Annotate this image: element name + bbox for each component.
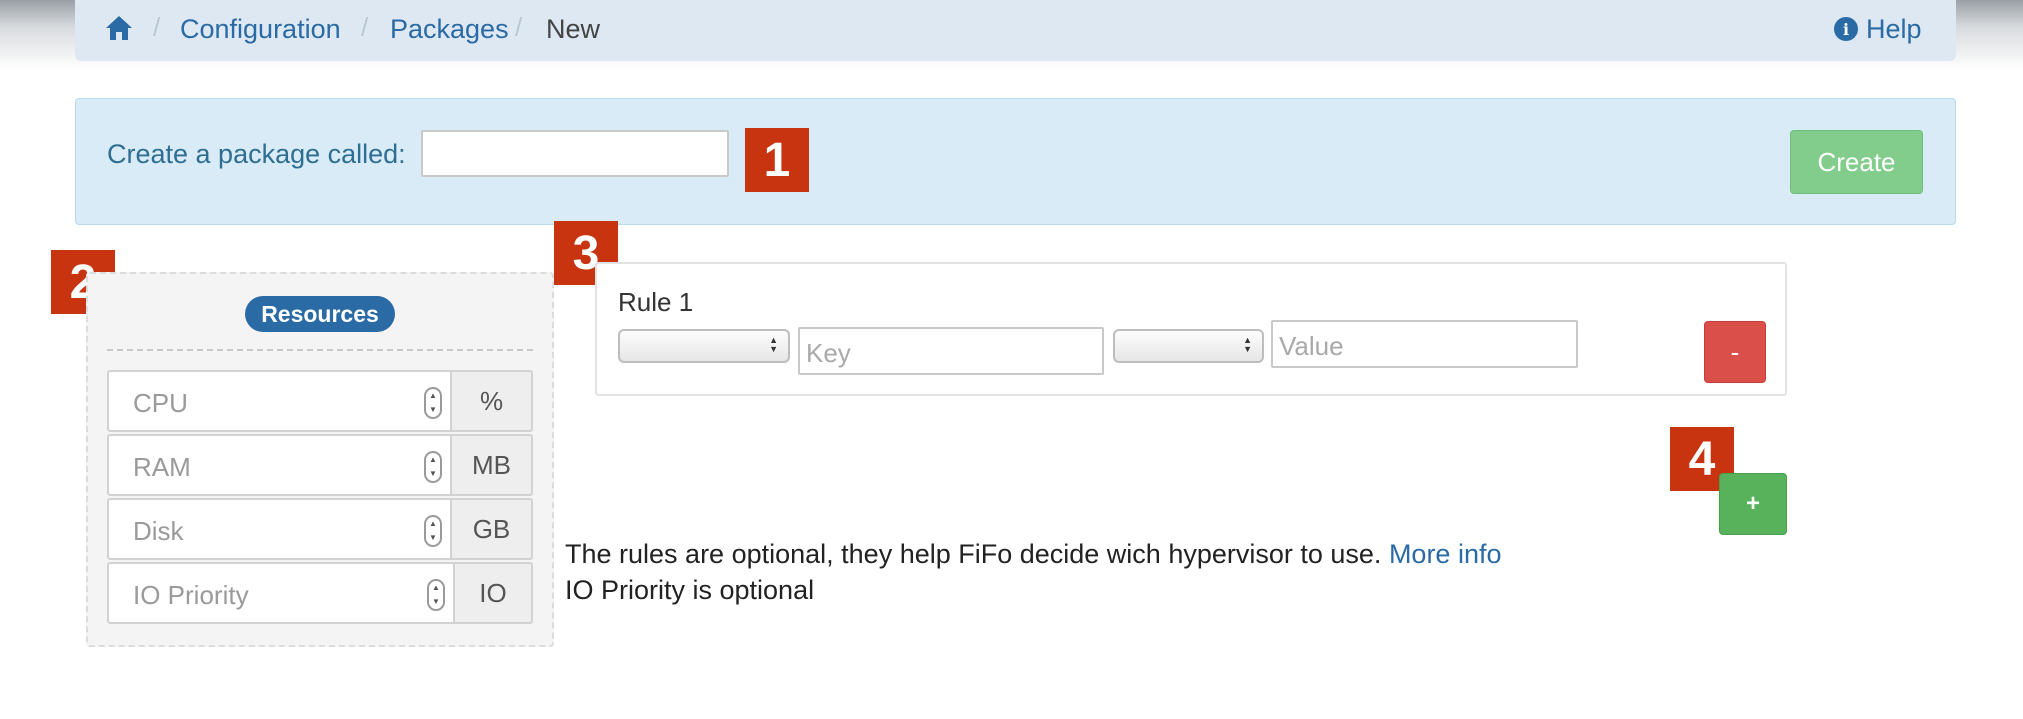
cpu-unit: % — [452, 370, 533, 432]
help-link[interactable]: i Help — [1834, 12, 1922, 46]
callout-badge-1: 1 — [745, 128, 809, 192]
help-label: Help — [1866, 13, 1922, 44]
create-package-label: Create a package called: — [107, 139, 406, 169]
breadcrumb-packages[interactable]: Packages — [390, 14, 509, 44]
rule-value-input[interactable]: Value — [1271, 320, 1578, 368]
resources-divider — [107, 349, 533, 351]
create-button[interactable]: Create — [1790, 130, 1923, 194]
disk-stepper[interactable]: ▲ ▼ — [424, 515, 442, 547]
breadcrumb-separator: / — [153, 12, 161, 42]
breadcrumb-separator: / — [515, 12, 523, 42]
more-info-link[interactable]: More info — [1389, 539, 1502, 569]
breadcrumb-configuration[interactable]: Configuration — [180, 14, 341, 44]
rule-key-input[interactable]: Key — [798, 327, 1104, 375]
resources-title: Resources — [245, 296, 395, 332]
ram-unit: MB — [452, 434, 533, 496]
ram-field-row: RAM ▲ ▼ MB — [107, 434, 533, 496]
rules-note-text: The rules are optional, they help FiFo d… — [565, 539, 1382, 569]
ram-stepper[interactable]: ▲ ▼ — [424, 451, 442, 483]
io-priority-placeholder: IO Priority — [133, 580, 249, 610]
io-priority-note: IO Priority is optional — [565, 575, 815, 605]
disk-unit: GB — [452, 498, 533, 560]
breadcrumb-separator: / — [361, 12, 369, 42]
ram-placeholder: RAM — [133, 452, 191, 482]
cpu-input[interactable]: CPU ▲ ▼ — [107, 370, 452, 432]
info-circle-icon: i — [1834, 17, 1858, 41]
cpu-field-row: CPU ▲ ▼ % — [107, 370, 533, 432]
cpu-stepper[interactable]: ▲ ▼ — [424, 387, 442, 419]
rule-value-placeholder: Value — [1279, 331, 1344, 361]
rules-note: The rules are optional, they help FiFo d… — [565, 539, 1502, 570]
package-name-input[interactable] — [421, 130, 729, 177]
rule-title: Rule 1 — [618, 287, 694, 317]
add-rule-button[interactable]: + — [1719, 473, 1787, 535]
breadcrumb — [75, 0, 1956, 61]
ram-input[interactable]: RAM ▲ ▼ — [107, 434, 452, 496]
rule-key-placeholder: Key — [806, 338, 851, 368]
home-icon[interactable] — [104, 13, 134, 43]
io-priority-stepper[interactable]: ▲ ▼ — [427, 579, 445, 611]
cpu-placeholder: CPU — [133, 388, 188, 418]
select-arrows-icon: ▲ ▼ — [1243, 335, 1252, 354]
breadcrumb-new: New — [546, 14, 601, 44]
io-priority-unit: IO — [455, 562, 533, 624]
disk-input[interactable]: Disk ▲ ▼ — [107, 498, 452, 560]
disk-placeholder: Disk — [133, 516, 184, 546]
rule-operator-select[interactable]: ▲ ▼ — [1113, 329, 1264, 363]
io-priority-input[interactable]: IO Priority ▲ ▼ — [107, 562, 455, 624]
select-arrows-icon: ▲ ▼ — [769, 335, 778, 354]
remove-rule-button[interactable]: - — [1704, 321, 1766, 383]
disk-field-row: Disk ▲ ▼ GB — [107, 498, 533, 560]
io-priority-field-row: IO Priority ▲ ▼ IO — [107, 562, 533, 624]
rule-key-type-select[interactable]: ▲ ▼ — [618, 329, 790, 363]
